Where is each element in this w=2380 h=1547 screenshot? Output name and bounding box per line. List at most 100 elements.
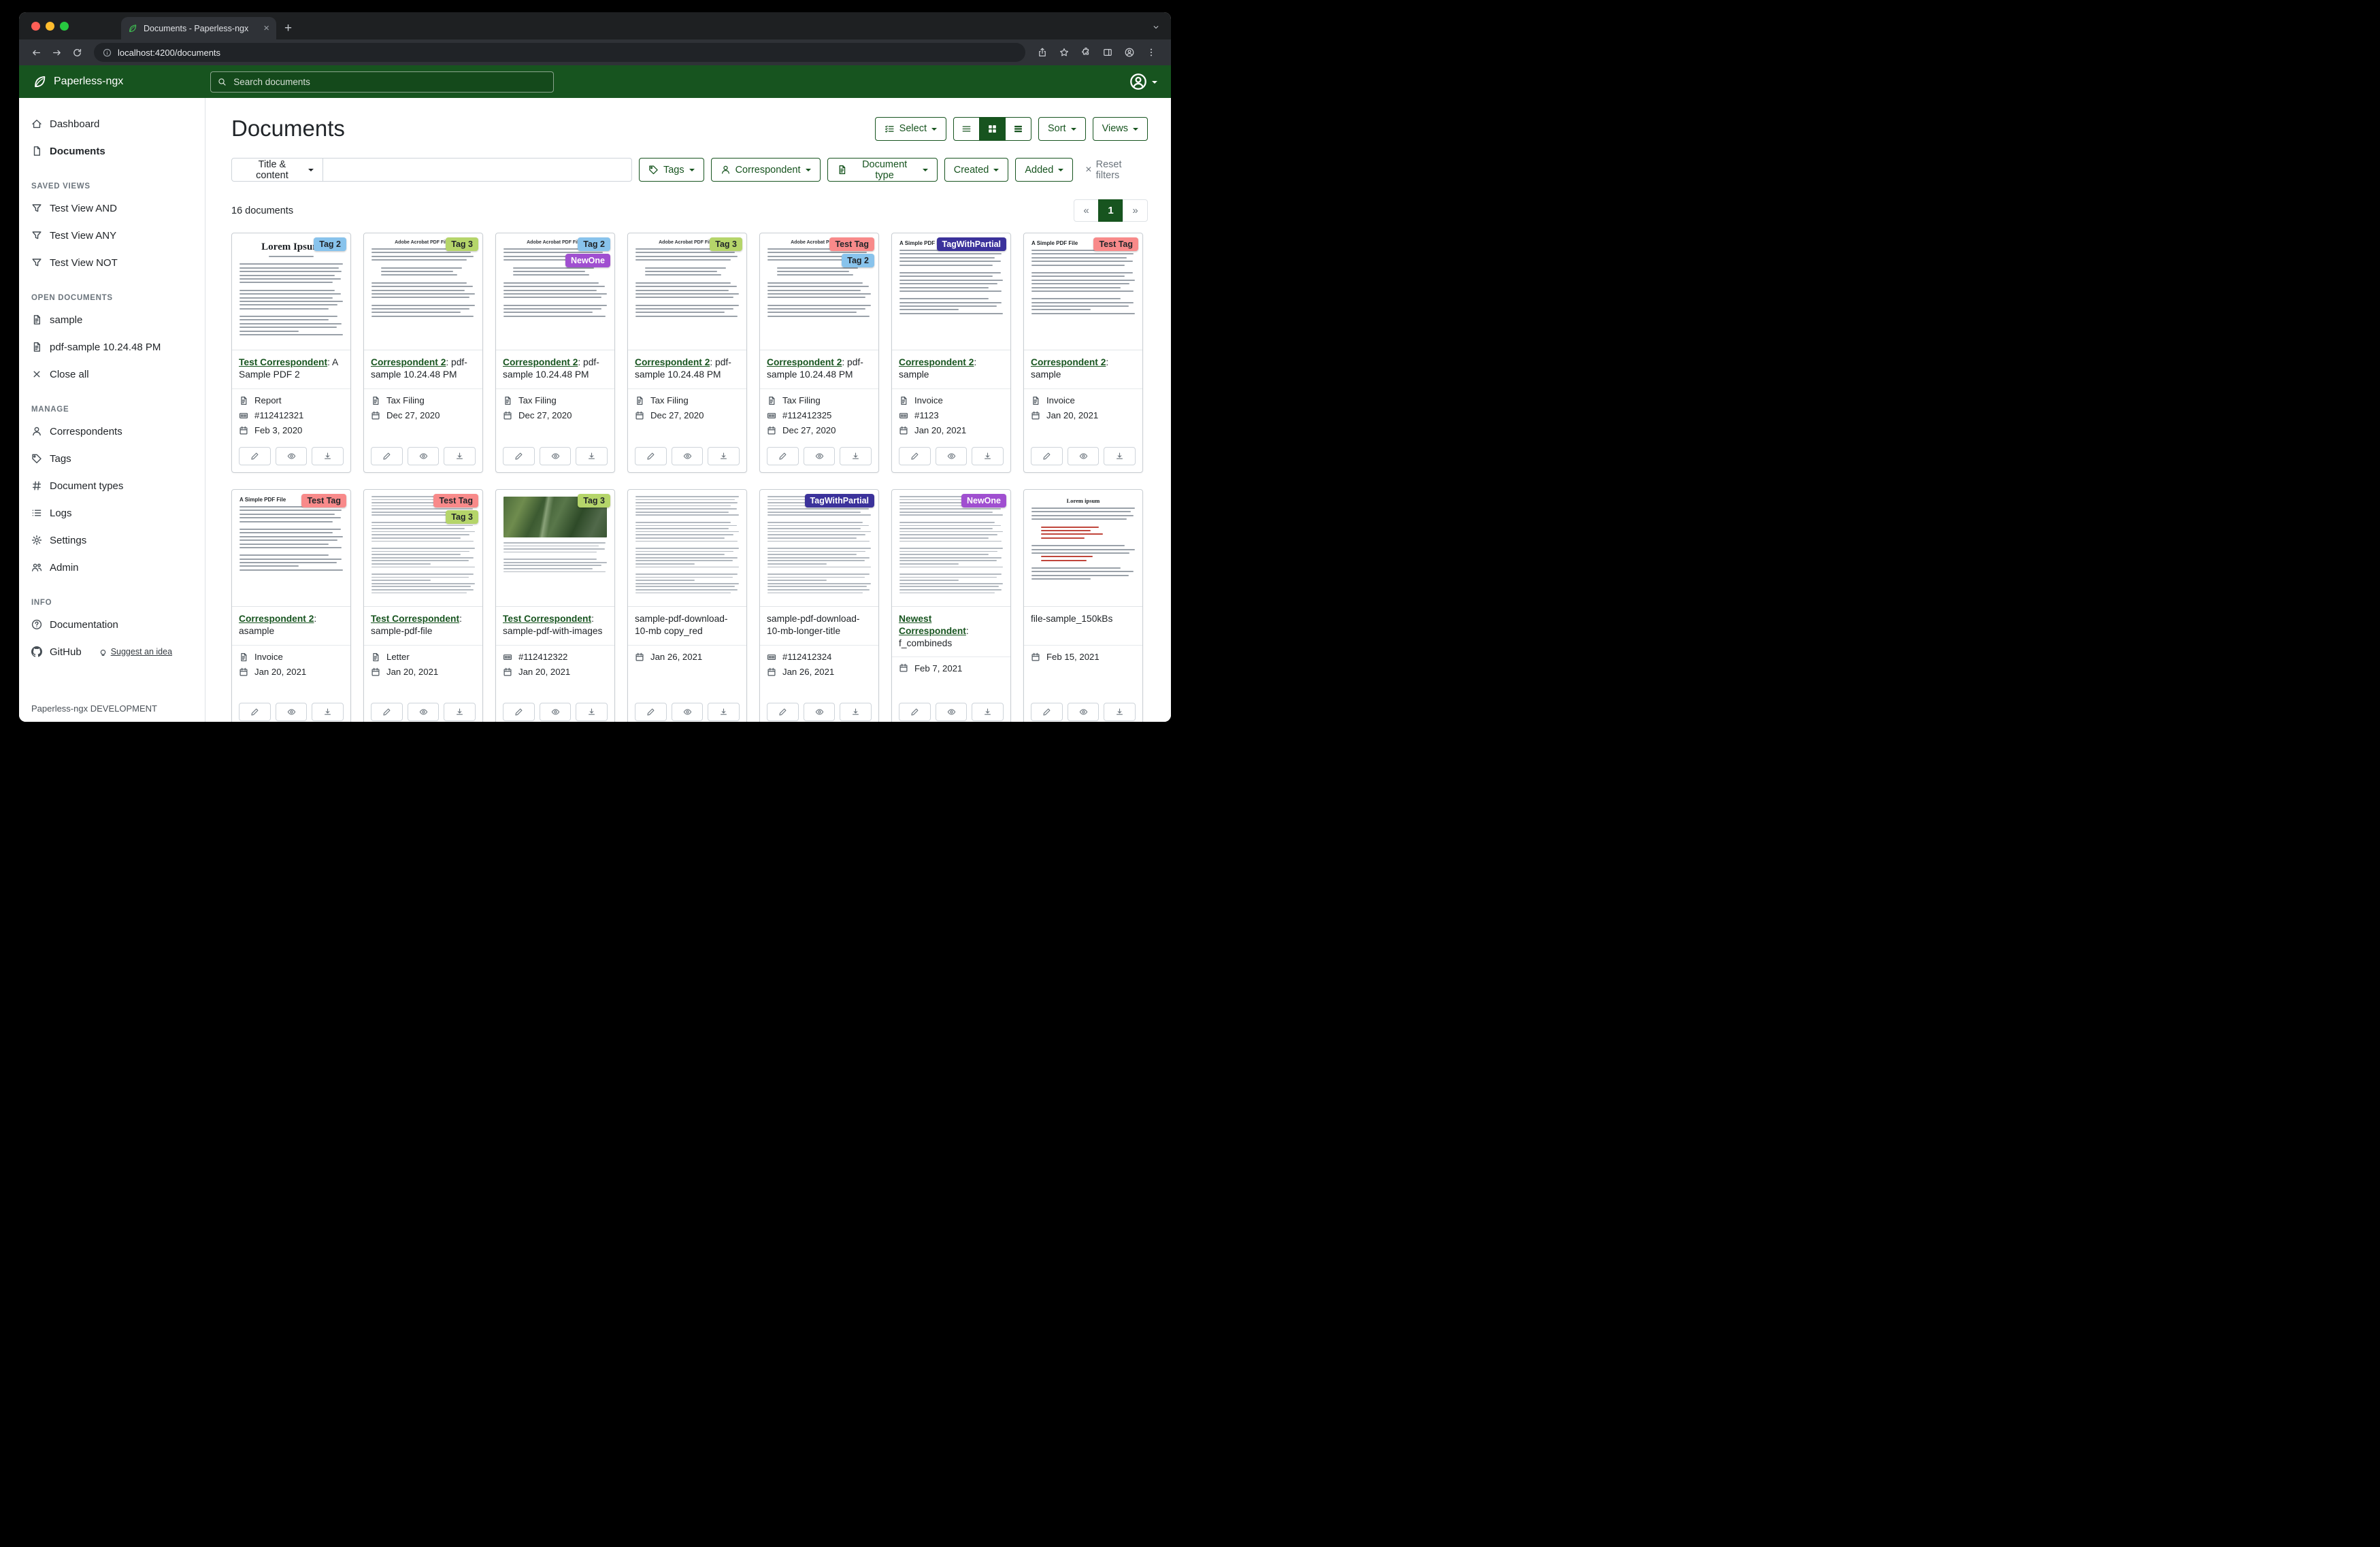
user-menu[interactable] <box>1129 73 1157 90</box>
sidebar-item-documentation[interactable]: Documentation <box>19 611 205 638</box>
tag-badge[interactable]: TagWithPartial <box>805 494 874 508</box>
sort-button[interactable]: Sort <box>1038 117 1086 141</box>
tag-badge[interactable]: Tag 2 <box>314 237 346 251</box>
document-thumbnail[interactable]: Tag 3 <box>496 490 614 607</box>
edit-document-button[interactable] <box>635 447 667 465</box>
download-document-button[interactable] <box>708 447 740 465</box>
download-document-button[interactable] <box>576 447 608 465</box>
download-document-button[interactable] <box>576 703 608 721</box>
sidebar-item-logs[interactable]: Logs <box>19 499 205 527</box>
correspondent-link[interactable]: Test Correspondent <box>503 614 591 624</box>
pagination-next[interactable]: » <box>1123 199 1148 222</box>
tag-badge[interactable]: Tag 3 <box>710 237 742 251</box>
correspondent-link[interactable]: Newest Correspondent <box>899 614 966 636</box>
suggest-an-idea-link[interactable]: Suggest an idea <box>99 647 172 656</box>
preview-document-button[interactable] <box>672 703 704 721</box>
download-document-button[interactable] <box>444 703 476 721</box>
sidebar-item-test-view-and[interactable]: Test View AND <box>19 195 205 222</box>
preview-document-button[interactable] <box>936 447 968 465</box>
tag-badge[interactable]: NewOne <box>961 494 1006 508</box>
correspondent-link[interactable]: Correspondent 2 <box>767 357 842 367</box>
extensions-icon[interactable] <box>1076 48 1096 57</box>
correspondent-filter-button[interactable]: Correspondent <box>711 158 821 182</box>
window-zoom-button[interactable] <box>60 22 69 31</box>
edit-document-button[interactable] <box>899 447 931 465</box>
tag-badge[interactable]: NewOne <box>565 254 610 267</box>
sidebar-item-pdf-sample-10-24-48-pm[interactable]: pdf-sample 10.24.48 PM <box>19 333 205 361</box>
download-document-button[interactable] <box>1104 447 1136 465</box>
sidebar-item-admin[interactable]: Admin <box>19 554 205 581</box>
edit-document-button[interactable] <box>371 447 403 465</box>
preview-document-button[interactable] <box>672 447 704 465</box>
preview-document-button[interactable] <box>936 703 968 721</box>
pagination-page-1[interactable]: 1 <box>1098 199 1123 222</box>
preview-document-button[interactable] <box>1068 447 1100 465</box>
sidebar-item-sample[interactable]: sample <box>19 306 205 333</box>
download-document-button[interactable] <box>708 703 740 721</box>
preview-document-button[interactable] <box>408 703 440 721</box>
edit-document-button[interactable] <box>767 447 799 465</box>
preview-document-button[interactable] <box>804 447 836 465</box>
tag-badge[interactable]: Tag 3 <box>578 494 610 508</box>
correspondent-link[interactable]: Correspondent 2 <box>1031 357 1106 367</box>
app-brand[interactable]: Paperless-ngx <box>33 75 123 89</box>
correspondent-link[interactable]: Correspondent 2 <box>239 614 314 624</box>
download-document-button[interactable] <box>312 703 344 721</box>
preview-document-button[interactable] <box>540 447 572 465</box>
download-document-button[interactable] <box>840 703 872 721</box>
preview-document-button[interactable] <box>804 703 836 721</box>
edit-document-button[interactable] <box>239 447 271 465</box>
sidebar-item-github[interactable]: GitHub Suggest an idea <box>19 638 205 665</box>
detail-view-button[interactable] <box>1005 117 1031 141</box>
tag-badge[interactable]: Test Tag <box>433 494 478 508</box>
filter-text-input[interactable] <box>323 158 632 182</box>
tag-badge[interactable]: Tag 2 <box>842 254 874 267</box>
preview-document-button[interactable] <box>408 447 440 465</box>
document-thumbnail[interactable]: Lorem Ipsum Tag 2 <box>232 233 350 350</box>
document-thumbnail[interactable]: NewOne <box>892 490 1010 607</box>
download-document-button[interactable] <box>312 447 344 465</box>
sidebar-item-dashboard[interactable]: Dashboard <box>19 110 205 137</box>
edit-document-button[interactable] <box>371 703 403 721</box>
sidebar-item-settings[interactable]: Settings <box>19 527 205 554</box>
correspondent-link[interactable]: Correspondent 2 <box>635 357 710 367</box>
preview-document-button[interactable] <box>276 703 308 721</box>
document-thumbnail[interactable]: A Simple PDF File TagWithPartial <box>892 233 1010 350</box>
preview-document-button[interactable] <box>540 703 572 721</box>
search-input[interactable] <box>232 76 546 88</box>
edit-document-button[interactable] <box>767 703 799 721</box>
download-document-button[interactable] <box>972 703 1004 721</box>
document-thumbnail[interactable]: A Simple PDF File Test Tag <box>232 490 350 607</box>
window-minimize-button[interactable] <box>46 22 54 31</box>
document-thumbnail[interactable]: Adobe Acrobat PDF Files Tag 3 <box>364 233 482 350</box>
sidebar-item-correspondents[interactable]: Correspondents <box>19 418 205 445</box>
side-panel-icon[interactable] <box>1097 48 1118 57</box>
sidebar-item-tags[interactable]: Tags <box>19 445 205 472</box>
new-tab-button[interactable]: + <box>284 22 292 35</box>
preview-document-button[interactable] <box>276 447 308 465</box>
sidebar-item-close-all[interactable]: Close all <box>19 361 205 388</box>
document-thumbnail[interactable]: Adobe Acrobat PDF Files Tag 3 <box>628 233 746 350</box>
edit-document-button[interactable] <box>1031 703 1063 721</box>
sidebar-item-test-view-any[interactable]: Test View ANY <box>19 222 205 249</box>
document-thumbnail[interactable]: Test TagTag 3 <box>364 490 482 607</box>
created-filter-button[interactable]: Created <box>944 158 1009 182</box>
browser-tab[interactable]: Documents - Paperless-ngx × <box>121 17 276 39</box>
pagination-prev[interactable]: « <box>1074 199 1099 222</box>
edit-document-button[interactable] <box>503 703 535 721</box>
download-document-button[interactable] <box>972 447 1004 465</box>
download-document-button[interactable] <box>1104 703 1136 721</box>
edit-document-button[interactable] <box>239 703 271 721</box>
correspondent-link[interactable]: Correspondent 2 <box>899 357 974 367</box>
edit-document-button[interactable] <box>503 447 535 465</box>
document-type-filter-button[interactable]: Document type <box>827 158 938 182</box>
edit-document-button[interactable] <box>899 703 931 721</box>
correspondent-link[interactable]: Correspondent 2 <box>371 357 446 367</box>
forward-button[interactable] <box>46 48 67 58</box>
back-button[interactable] <box>26 48 46 58</box>
correspondent-link[interactable]: Correspondent 2 <box>503 357 578 367</box>
tag-badge[interactable]: Test Tag <box>829 237 874 251</box>
sidebar-item-document-types[interactable]: Document types <box>19 472 205 499</box>
tab-close-icon[interactable]: × <box>263 23 269 33</box>
edit-document-button[interactable] <box>635 703 667 721</box>
